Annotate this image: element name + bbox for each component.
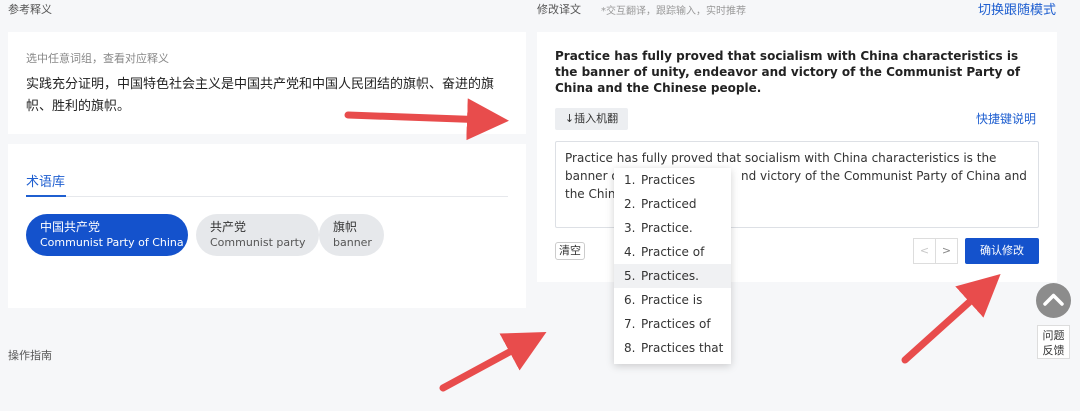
- suggestion-item[interactable]: 2. Practiced: [614, 192, 731, 216]
- suggestion-text: Practices: [641, 173, 696, 187]
- term-chip-communist-party[interactable]: 共产党 Communist party: [196, 214, 319, 256]
- tab-terminology[interactable]: 术语库: [26, 171, 65, 190]
- suggestion-text: Practice.: [641, 221, 693, 235]
- suggestion-item[interactable]: 1. Practices: [614, 168, 731, 192]
- reference-text[interactable]: 实践充分证明，中国特色社会主义是中国共产党和中国人民团结的旗帜、奋进的旗帜、胜利…: [26, 74, 506, 118]
- suggestion-text: Practice of: [641, 245, 705, 259]
- suggestion-number: 6.: [624, 293, 636, 307]
- suggestion-item[interactable]: 7. Practices of: [614, 312, 731, 336]
- suggestion-item-highlighted[interactable]: 5. Practices.: [614, 264, 731, 288]
- annotation-arrow-icon: [901, 273, 1001, 364]
- suggestion-number: 7.: [624, 317, 636, 331]
- terminology-card: 术语库 中国共产党 Communist Party of China 共产党 C…: [8, 144, 526, 308]
- suggestion-number: 8.: [624, 341, 636, 355]
- suggestion-text: Practice is: [641, 293, 703, 307]
- feedback-button[interactable]: 问题 反馈: [1037, 325, 1070, 359]
- feedback-label-line2: 反馈: [1042, 344, 1065, 357]
- reference-card: 选中任意词组，查看对应释义 实践充分证明，中国特色社会主义是中国共产党和中国人民…: [8, 32, 526, 134]
- suggestion-text: Practices that: [641, 341, 724, 355]
- source-translation-text: Practice has fully proved that socialism…: [555, 49, 1021, 95]
- scroll-top-button[interactable]: [1036, 283, 1071, 318]
- term-chip-zh: 旗帜: [333, 220, 358, 234]
- term-chip-zh: 共产党: [210, 220, 247, 234]
- confirm-edit-button[interactable]: 确认修改: [965, 238, 1039, 264]
- tab-divider: [26, 196, 508, 197]
- suggestion-number: 3.: [624, 221, 636, 235]
- suggestion-item[interactable]: 6. Practice is: [614, 288, 731, 312]
- clear-button[interactable]: 清空: [555, 242, 585, 260]
- suggestion-item[interactable]: 3. Practice.: [614, 216, 731, 240]
- reference-hint: 选中任意词组，查看对应释义: [26, 52, 169, 65]
- suggestion-item[interactable]: 8. Practices that: [614, 336, 731, 360]
- suggestion-dropdown: 1. Practices 2. Practiced 3. Practice. 4. Pr…: [614, 168, 731, 364]
- term-chip-communist-party-of-china[interactable]: 中国共产党 Communist Party of China: [26, 214, 188, 256]
- term-chip-en: Communist Party of China: [40, 236, 184, 249]
- edit-line-2-end: nd victory of the Communist Party of Chi…: [741, 169, 1027, 183]
- next-suggestion-button[interactable]: >: [935, 238, 958, 264]
- insert-machine-translation-button[interactable]: ↓插入机翻: [555, 108, 628, 130]
- shortcuts-help-link[interactable]: 快捷键说明: [976, 110, 1036, 127]
- term-chip-en: Communist party: [210, 236, 306, 249]
- suggestion-number: 2.: [624, 197, 636, 211]
- suggestion-number: 5.: [624, 269, 636, 283]
- annotation-arrow-icon: [439, 332, 547, 392]
- suggestion-text: Practiced: [641, 197, 697, 211]
- edit-section-label: 修改译文: [537, 3, 581, 16]
- prev-suggestion-button[interactable]: <: [913, 238, 936, 264]
- suggestion-text: Practices.: [641, 269, 699, 283]
- term-chip-en: banner: [333, 236, 372, 249]
- edit-section-hint: *交互翻译，跟踪输入，实时推荐: [601, 6, 746, 17]
- guide-section-label: 操作指南: [8, 349, 52, 362]
- suggestion-item[interactable]: 4. Practice of: [614, 240, 731, 264]
- suggestion-number: 1.: [624, 173, 636, 187]
- tab-active-indicator: [26, 195, 66, 197]
- suggestion-text: Practices of: [641, 317, 711, 331]
- switch-follow-mode-link[interactable]: 切换跟随模式: [978, 0, 1056, 18]
- edit-line-1: Practice has fully proved that socialism…: [565, 151, 997, 165]
- edit-line-2-start: banner o: [565, 169, 619, 183]
- chevron-up-icon: [1043, 293, 1064, 306]
- feedback-label-line1: 问题: [1042, 329, 1065, 342]
- suggestion-number: 4.: [624, 245, 636, 259]
- term-chip-banner[interactable]: 旗帜 banner: [319, 214, 384, 256]
- term-chip-zh: 中国共产党: [40, 220, 101, 234]
- reference-section-label: 参考释义: [8, 3, 52, 16]
